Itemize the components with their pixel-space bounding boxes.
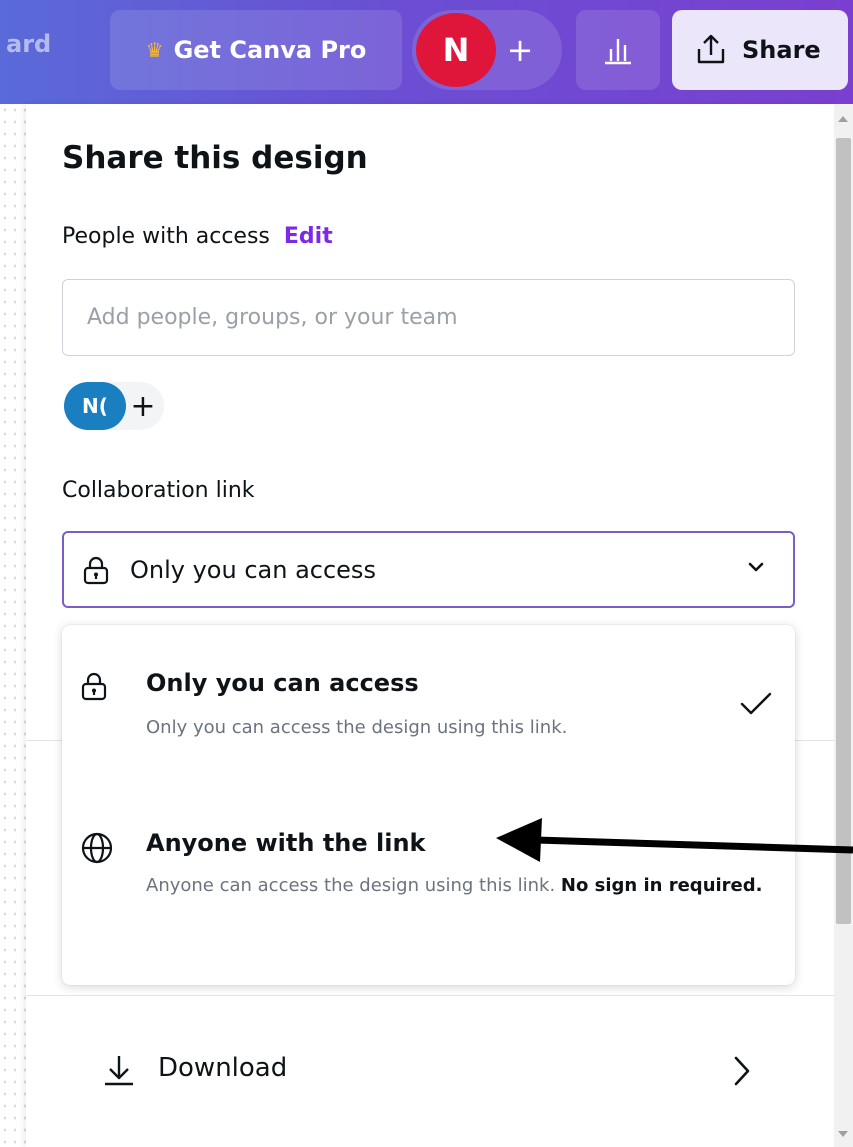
panel-title: Share this design [62, 140, 368, 176]
globe-icon [81, 832, 113, 864]
crown-icon: ♛ [145, 38, 164, 62]
download-icon [105, 1056, 133, 1086]
avatar[interactable]: N [416, 13, 496, 87]
canvas-background [0, 104, 26, 1147]
option-description-text: Anyone can access the design using this … [146, 875, 556, 896]
chevron-down-icon [748, 562, 764, 572]
annotation-arrow-icon [496, 818, 853, 862]
scroll-up-icon[interactable] [838, 116, 848, 122]
option-description: Only you can access the design using thi… [146, 717, 568, 738]
option-title: Only you can access [146, 669, 419, 697]
lock-icon [83, 556, 109, 584]
insights-button[interactable] [576, 10, 660, 90]
add-member-button[interactable]: + [126, 382, 160, 430]
chevron-right-icon [734, 1056, 750, 1086]
share-label: Share [742, 36, 821, 64]
top-bar: ard ♛ Get Canva Pro N + Share [0, 0, 853, 104]
collaboration-link-select[interactable]: Only you can access [62, 531, 795, 608]
people-with-access-row: People with access Edit [62, 224, 333, 249]
checkmark-icon [740, 692, 772, 715]
breadcrumb[interactable]: ard [6, 30, 51, 58]
option-description-emphasis: No sign in required. [560, 875, 763, 896]
option-description: Anyone can access the design using this … [146, 867, 786, 905]
collaboration-link-value: Only you can access [130, 555, 376, 584]
people-with-access-label: People with access [62, 224, 270, 249]
share-upload-icon [697, 34, 725, 64]
bar-chart-icon [605, 39, 631, 65]
get-canva-pro-label: Get Canva Pro [173, 36, 367, 64]
download-row[interactable]: Download [26, 995, 834, 1145]
add-collaborator-button[interactable]: + [500, 20, 540, 80]
edit-access-link[interactable]: Edit [284, 224, 333, 249]
option-only-you[interactable]: Only you can access Only you can access … [62, 625, 795, 775]
member-avatar[interactable]: N( [64, 382, 126, 430]
panel-scrollbar[interactable] [834, 104, 853, 1147]
add-people-input[interactable] [62, 279, 795, 356]
collaboration-link-label: Collaboration link [62, 478, 255, 503]
download-label: Download [158, 1053, 288, 1083]
scrollbar-thumb[interactable] [836, 138, 851, 924]
option-title: Anyone with the link [146, 829, 426, 857]
share-button[interactable]: Share [672, 10, 848, 90]
lock-icon [81, 672, 107, 701]
scroll-down-icon[interactable] [838, 1131, 848, 1137]
access-dropdown-menu: Only you can access Only you can access … [62, 625, 795, 985]
get-canva-pro-button[interactable]: ♛ Get Canva Pro [110, 10, 402, 90]
